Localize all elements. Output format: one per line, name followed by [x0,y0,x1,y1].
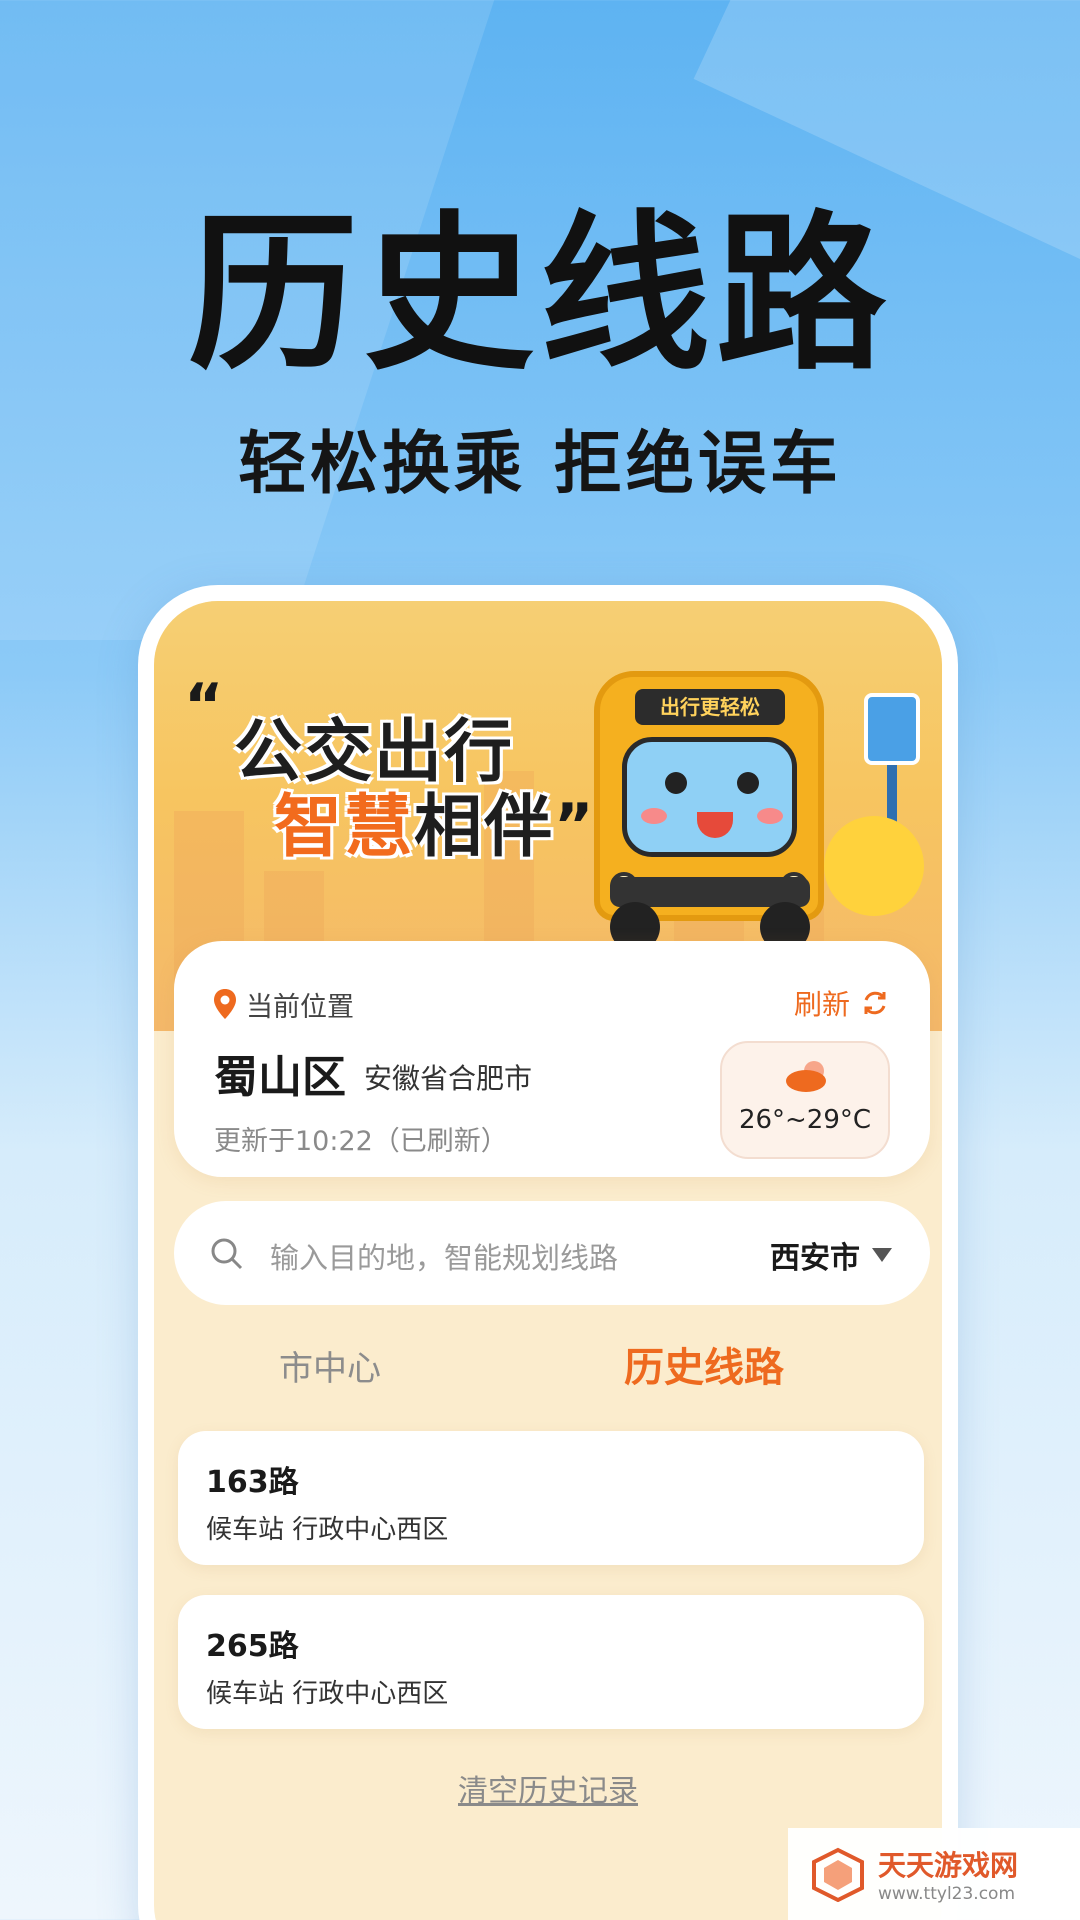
hero-subtitle: 轻松换乘 拒绝误车 [238,425,842,504]
location-card: 当前位置 刷新 蜀山区 安徽省合肥市 更新于10:22（已刷新） 26°~29°… [174,941,930,1177]
banner-subheadline: 智慧相伴 [274,771,554,870]
route-name: 163路 [206,1465,299,1500]
tab-city-center[interactable]: 市中心 [279,1341,381,1390]
bus-sign: 出行更轻松 [635,689,785,725]
current-location-label: 当前位置 [246,992,354,1023]
route-item[interactable]: 163路 候车站 行政中心西区 [178,1431,924,1565]
bus-eye [665,772,687,794]
quote-mark-open: “ [184,671,224,741]
hero-title: 历史线路 [187,196,892,394]
search-input[interactable]: 输入目的地，智能规划线路 [270,1235,618,1277]
search-bar[interactable]: 输入目的地，智能规划线路 西安市 [174,1201,930,1305]
bus-cheek [641,808,667,824]
bus-cheek [757,808,783,824]
weather-widget[interactable]: 26°~29°C [720,1041,890,1159]
tab-history-routes[interactable]: 历史线路 [624,1335,784,1393]
quote-mark-close: ” [554,791,594,861]
route-name: 265路 [206,1629,299,1664]
cloud-sun-icon [786,1061,826,1092]
banner-highlight-text: 智慧 [274,788,415,867]
refresh-label: 刷新 [793,988,850,1021]
province-city: 安徽省合肥市 [364,1062,533,1095]
banner-normal-text: 相伴 [414,788,555,867]
bus-stop-sign-icon [864,693,920,765]
phone-frame: “ 公交出行 智慧相伴 ” 出行更轻松 当前位置 刷新 蜀山区 安徽省合肥市 更… [138,585,958,1920]
search-icon [211,1238,243,1270]
clear-history-button[interactable]: 清空历史记录 [154,1766,942,1810]
watermark-url: www.ttyl23.com [878,1884,1016,1904]
caret-down-icon [872,1248,892,1262]
city-selector-label: 西安市 [770,1241,860,1276]
weather-temperature: 26°~29°C [738,1105,872,1135]
refresh-button[interactable]: 刷新 [794,983,890,1023]
site-watermark: 天天游戏网 www.ttyl23.com [788,1828,1080,1920]
route-stop: 候车站 行政中心西区 [206,1515,449,1545]
watermark-title: 天天游戏网 [878,1849,1019,1882]
district-name: 蜀山区 [214,1052,346,1103]
site-logo-icon [812,1847,864,1902]
location-pin-icon [214,989,236,1019]
bus-mascot-illustration: 出行更轻松 [594,671,824,952]
app-screen: “ 公交出行 智慧相伴 ” 出行更轻松 当前位置 刷新 蜀山区 安徽省合肥市 更… [154,601,942,1920]
bus-window [622,737,797,857]
bus-mouth [697,812,733,838]
city-selector[interactable]: 西安市 [770,1233,892,1277]
route-item[interactable]: 265路 候车站 行政中心西区 [178,1595,924,1729]
bus-eye [737,772,759,794]
refresh-icon [864,991,886,1015]
route-stop: 候车站 行政中心西区 [206,1679,449,1709]
chick-mascot-icon [824,816,924,916]
update-time: 更新于10:22（已刷新） [214,1126,508,1157]
